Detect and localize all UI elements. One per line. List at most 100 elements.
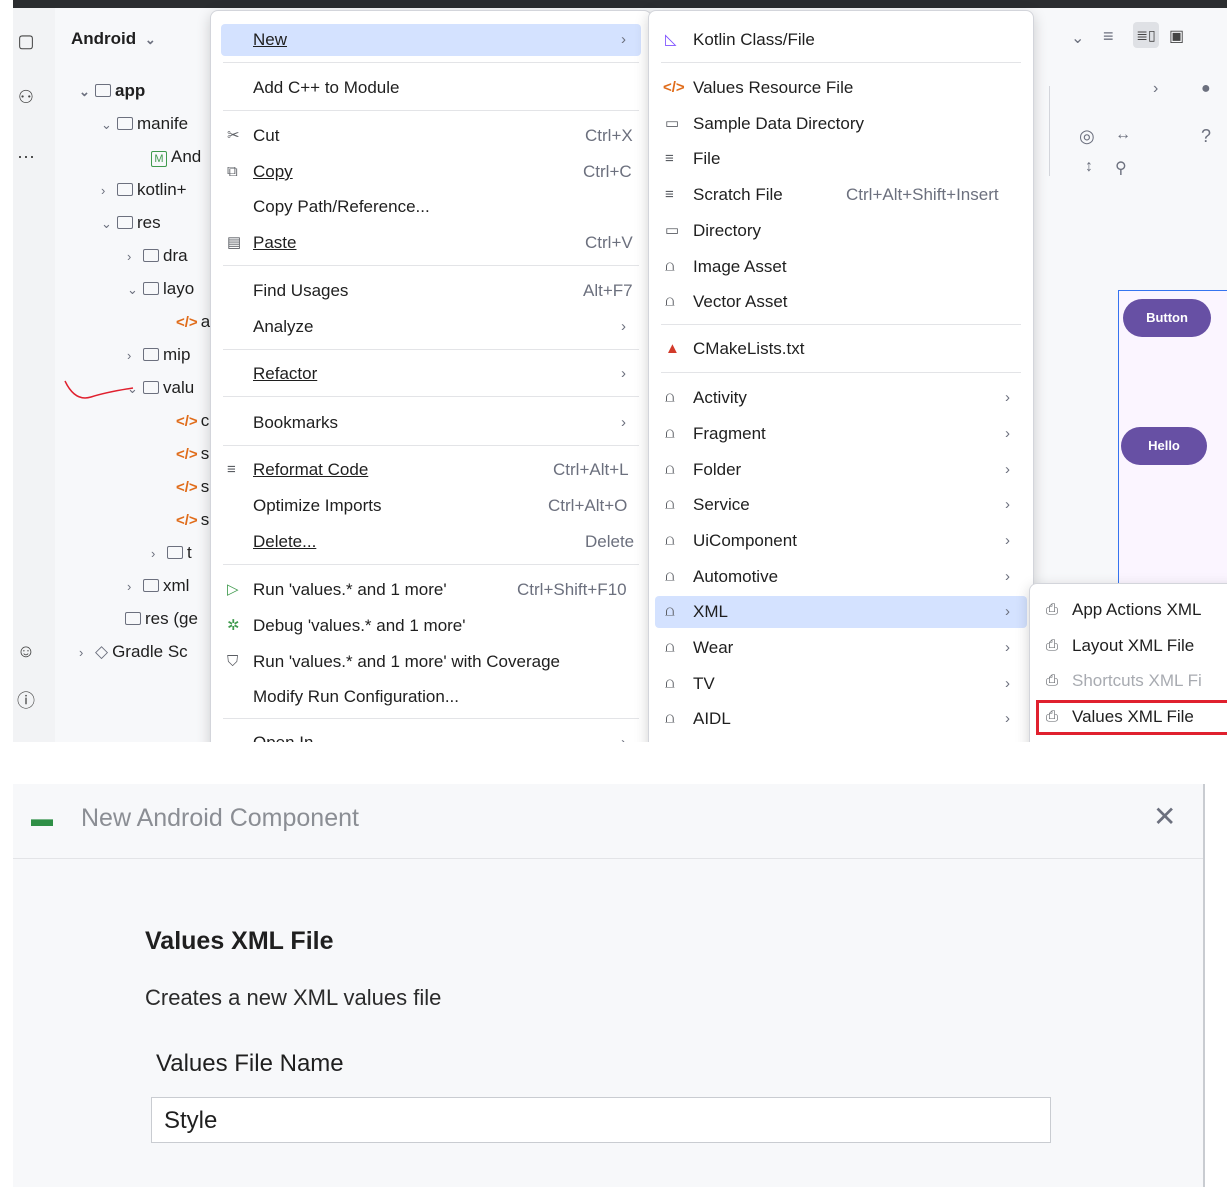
menu-item-optimize-imports[interactable]: Optimize Imports Ctrl+Alt+O bbox=[221, 490, 641, 522]
help-icon[interactable]: ? bbox=[1201, 126, 1211, 147]
eye-icon[interactable]: ◎ bbox=[1079, 126, 1095, 147]
magnet-icon[interactable]: ⚲ bbox=[1115, 158, 1127, 178]
menu-item-debug[interactable]: ✲ Debug 'values.* and 1 more' bbox=[221, 610, 641, 642]
menu-item-activity[interactable]: ⩍ Activity › bbox=[655, 382, 1027, 414]
tree-item-drawable[interactable]: › dra bbox=[127, 243, 188, 269]
menu-item-folder[interactable]: ⩍ Folder › bbox=[655, 454, 1027, 486]
folder-icon bbox=[143, 381, 159, 394]
menu-item-aidl[interactable]: ⩍ AIDL › bbox=[655, 703, 1027, 735]
code-view-icon[interactable]: ≡ bbox=[1103, 26, 1114, 47]
menu-separator bbox=[223, 349, 639, 350]
tree-item-values-file[interactable]: </> s bbox=[176, 441, 209, 467]
menu-item-cut[interactable]: ✂ Cut Ctrl+X bbox=[221, 120, 641, 152]
menu-item-bookmarks[interactable]: Bookmarks › bbox=[221, 407, 641, 439]
chevron-right-icon[interactable]: › bbox=[1153, 80, 1158, 98]
tree-item-kotlin[interactable]: › kotlin+ bbox=[101, 177, 187, 203]
menu-item-find-usages[interactable]: Find Usages Alt+F7 bbox=[221, 275, 641, 307]
menu-item-cmakelists[interactable]: ▲ CMakeLists.txt bbox=[655, 333, 1027, 365]
project-view-selector[interactable]: Android ⌄ bbox=[71, 26, 161, 52]
chevron-right-icon: › bbox=[1005, 461, 1010, 478]
res-folder-icon bbox=[117, 216, 133, 229]
menu-item-paste[interactable]: ▤ Paste Ctrl+V bbox=[221, 227, 641, 259]
menu-item-values-resource-file[interactable]: </> Values Resource File bbox=[655, 72, 1027, 104]
dialog-description: Creates a new XML values file bbox=[145, 985, 442, 1010]
project-folder-icon[interactable]: ▢ bbox=[13, 28, 39, 54]
preview-hello-button[interactable]: Hello bbox=[1121, 427, 1207, 465]
vertical-resize-icon[interactable]: ↕ bbox=[1085, 158, 1093, 176]
res-folder-icon bbox=[125, 612, 141, 625]
android-icon: ⩍ bbox=[665, 293, 675, 310]
tree-item-values-file[interactable]: </> s bbox=[176, 474, 209, 500]
menu-separator bbox=[223, 718, 639, 719]
menu-separator bbox=[661, 372, 1021, 373]
menu-item-kotlin-class[interactable]: ◺ Kotlin Class/File bbox=[655, 24, 1027, 56]
menu-item-label: Open In bbox=[253, 727, 314, 742]
menu-item-directory[interactable]: ▭ Directory bbox=[655, 215, 1027, 247]
menu-item-sample-data-directory[interactable]: ▭ Sample Data Directory bbox=[655, 108, 1027, 140]
design-view-icon[interactable]: ▣ bbox=[1169, 26, 1184, 46]
android-icon: ⩍ bbox=[665, 639, 675, 656]
menu-item-image-asset[interactable]: ⩍ Image Asset bbox=[655, 251, 1027, 283]
menu-item-run-with-coverage[interactable]: ⛉ Run 'values.* and 1 more' with Coverage bbox=[221, 646, 641, 678]
menu-item-open-in[interactable]: Open In › bbox=[221, 727, 641, 742]
chevron-down-icon[interactable]: ⌄ bbox=[1071, 28, 1084, 48]
menu-item-layout-xml-file[interactable]: ⎙ Layout XML File bbox=[1036, 630, 1227, 662]
warning-icon[interactable]: ● bbox=[1201, 80, 1211, 98]
menu-item-automotive[interactable]: ⩍ Automotive › bbox=[655, 561, 1027, 593]
menu-item-copy[interactable]: ⧉ Copy Ctrl+C bbox=[221, 156, 641, 188]
menu-item-app-actions-xml[interactable]: ⎙ App Actions XML bbox=[1036, 594, 1227, 626]
menu-item-modify-run-configuration[interactable]: Modify Run Configuration... bbox=[221, 681, 641, 713]
menu-item-new[interactable]: New › bbox=[221, 24, 641, 56]
tree-item-app[interactable]: ⌄ app bbox=[79, 78, 145, 104]
menu-item-label: AIDL bbox=[693, 709, 731, 728]
menu-item-service[interactable]: ⩍ Service › bbox=[655, 489, 1027, 521]
menu-item-delete[interactable]: Delete... Delete bbox=[221, 526, 641, 558]
palette-tab[interactable] bbox=[1049, 86, 1060, 176]
menu-item-scratch-file[interactable]: ≡ Scratch File Ctrl+Alt+Shift+Insert bbox=[655, 179, 1027, 211]
problems-icon[interactable]: ⓘ bbox=[13, 688, 39, 714]
tree-item-themes[interactable]: › t bbox=[151, 540, 192, 566]
tree-item-mipmap[interactable]: › mip bbox=[127, 342, 190, 368]
structure-icon[interactable]: ⚇ bbox=[13, 84, 39, 110]
tree-item-label: s bbox=[200, 510, 210, 529]
menu-item-refactor[interactable]: Refactor › bbox=[221, 358, 641, 390]
tree-item-xml[interactable]: › xml bbox=[127, 573, 189, 599]
xml-submenu: ⎙ App Actions XML ⎙ Layout XML File ⎙ Short… bbox=[1029, 583, 1227, 742]
tree-item-res[interactable]: ⌄ res bbox=[101, 210, 161, 236]
preview-button[interactable]: Button bbox=[1123, 299, 1211, 337]
tree-item-layout[interactable]: ⌄ layo bbox=[127, 276, 194, 302]
menu-item-label: Wear bbox=[693, 638, 734, 657]
tree-item-values-file[interactable]: </> c bbox=[176, 408, 209, 434]
more-tools-icon[interactable]: ⋯ bbox=[13, 144, 39, 170]
menu-item-file[interactable]: ≡ File bbox=[655, 143, 1027, 175]
logcat-cat-icon[interactable]: ☺ bbox=[13, 638, 39, 664]
tree-item-label: s bbox=[200, 477, 210, 496]
menu-item-label: Directory bbox=[693, 221, 762, 240]
menu-item-vector-asset[interactable]: ⩍ Vector Asset bbox=[655, 286, 1027, 318]
tree-item-values-file[interactable]: </> s bbox=[176, 507, 209, 533]
xml-file-icon: </> bbox=[176, 446, 198, 463]
menu-item-wear[interactable]: ⩍ Wear › bbox=[655, 632, 1027, 664]
tree-item-layout-file[interactable]: </> a bbox=[176, 309, 210, 335]
close-icon[interactable]: ✕ bbox=[1153, 800, 1176, 833]
menu-item-xml[interactable]: ⩍ XML › bbox=[655, 596, 1027, 628]
tree-item-manifests[interactable]: ⌄ manife bbox=[101, 111, 188, 137]
split-view-icon[interactable]: ≣▯ bbox=[1133, 22, 1159, 48]
menu-item-copy-path[interactable]: Copy Path/Reference... bbox=[221, 191, 641, 223]
tree-item-res-generated[interactable]: res (ge bbox=[125, 606, 198, 632]
tree-item-android-manifest[interactable]: M And bbox=[151, 144, 201, 170]
menu-item-tv[interactable]: ⩍ TV › bbox=[655, 668, 1027, 700]
chevron-right-icon: › bbox=[101, 183, 106, 198]
menu-item-reformat-code[interactable]: ≡ Reformat Code Ctrl+Alt+L bbox=[221, 454, 641, 486]
menu-item-run[interactable]: ▷ Run 'values.* and 1 more' Ctrl+Shift+F10 bbox=[221, 574, 641, 606]
horizontal-resize-icon[interactable]: ↔ bbox=[1115, 126, 1131, 144]
menu-item-uicomponent[interactable]: ⩍ UiComponent › bbox=[655, 525, 1027, 557]
menu-item-analyze[interactable]: Analyze › bbox=[221, 311, 641, 343]
menu-item-fragment[interactable]: ⩍ Fragment › bbox=[655, 418, 1027, 450]
layout-preview-canvas[interactable]: Button Hello bbox=[1118, 290, 1227, 591]
menu-item-label: XML bbox=[693, 602, 728, 621]
values-file-name-input[interactable]: Style bbox=[151, 1097, 1051, 1143]
tree-item-gradle-scripts[interactable]: › ◇ Gradle Sc bbox=[79, 639, 188, 665]
menu-item-add-cpp[interactable]: Add C++ to Module bbox=[221, 72, 641, 104]
menu-item-values-xml-file[interactable]: ⎙ Values XML File bbox=[1036, 700, 1227, 735]
